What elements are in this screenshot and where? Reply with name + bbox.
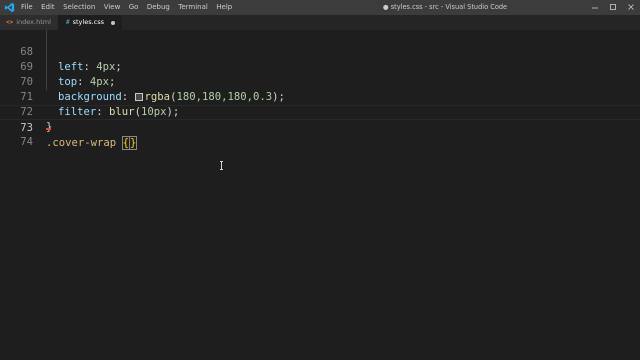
code-line: 70 background: rgba(180,180,180,0.3); (0, 60, 285, 103)
code-line: 69 top: 4px; (0, 45, 115, 88)
code-line: 72 } (0, 90, 52, 133)
tab-styles-css[interactable]: # styles.css (58, 15, 122, 30)
css-property: left (58, 61, 84, 73)
unsaved-dot-icon[interactable] (111, 20, 115, 25)
css-value: 4px (96, 61, 116, 73)
css-args: 180,180,180,0.3 (176, 91, 273, 103)
css-selector: .cover-wrap (46, 137, 117, 149)
error-squiggle (46, 128, 51, 130)
window-controls (586, 0, 640, 15)
mouse-cursor-icon (220, 161, 223, 170)
minimize-icon (592, 7, 598, 9)
minimize-button[interactable] (586, 0, 604, 15)
html-file-icon: <> (6, 19, 14, 26)
tab-bar: <> index.html # styles.css (0, 15, 640, 30)
code-line: 68 left: 4px; (0, 30, 122, 73)
css-property: background (58, 91, 122, 103)
line-number: 74 (20, 136, 33, 148)
tab-label: styles.css (72, 18, 105, 26)
css-property: top (58, 76, 78, 88)
maximize-icon (610, 4, 616, 10)
indent-guide (46, 30, 47, 90)
current-line: 73 .cover-wrap {} (0, 105, 640, 150)
code-editor[interactable]: 68 left: 4px; 69 top: 4px; 70 background… (0, 30, 640, 360)
window-title: ● styles.css - src - Visual Studio Code (382, 3, 508, 11)
close-icon (628, 4, 634, 10)
maximize-button[interactable] (604, 0, 622, 15)
title-bar: File Edit Selection View Go Debug Termin… (0, 0, 640, 15)
color-swatch[interactable] (134, 93, 143, 101)
css-file-icon: # (66, 19, 70, 26)
code-line: 71 filter: blur(10px); (0, 75, 179, 118)
css-function: rgba (144, 91, 171, 103)
tab-index-html[interactable]: <> index.html (0, 15, 58, 30)
close-brace: } (128, 136, 138, 150)
close-button[interactable] (622, 0, 640, 15)
tab-label: index.html (16, 18, 51, 26)
css-value: 4px (89, 76, 110, 88)
code-line: 74 (0, 120, 33, 148)
